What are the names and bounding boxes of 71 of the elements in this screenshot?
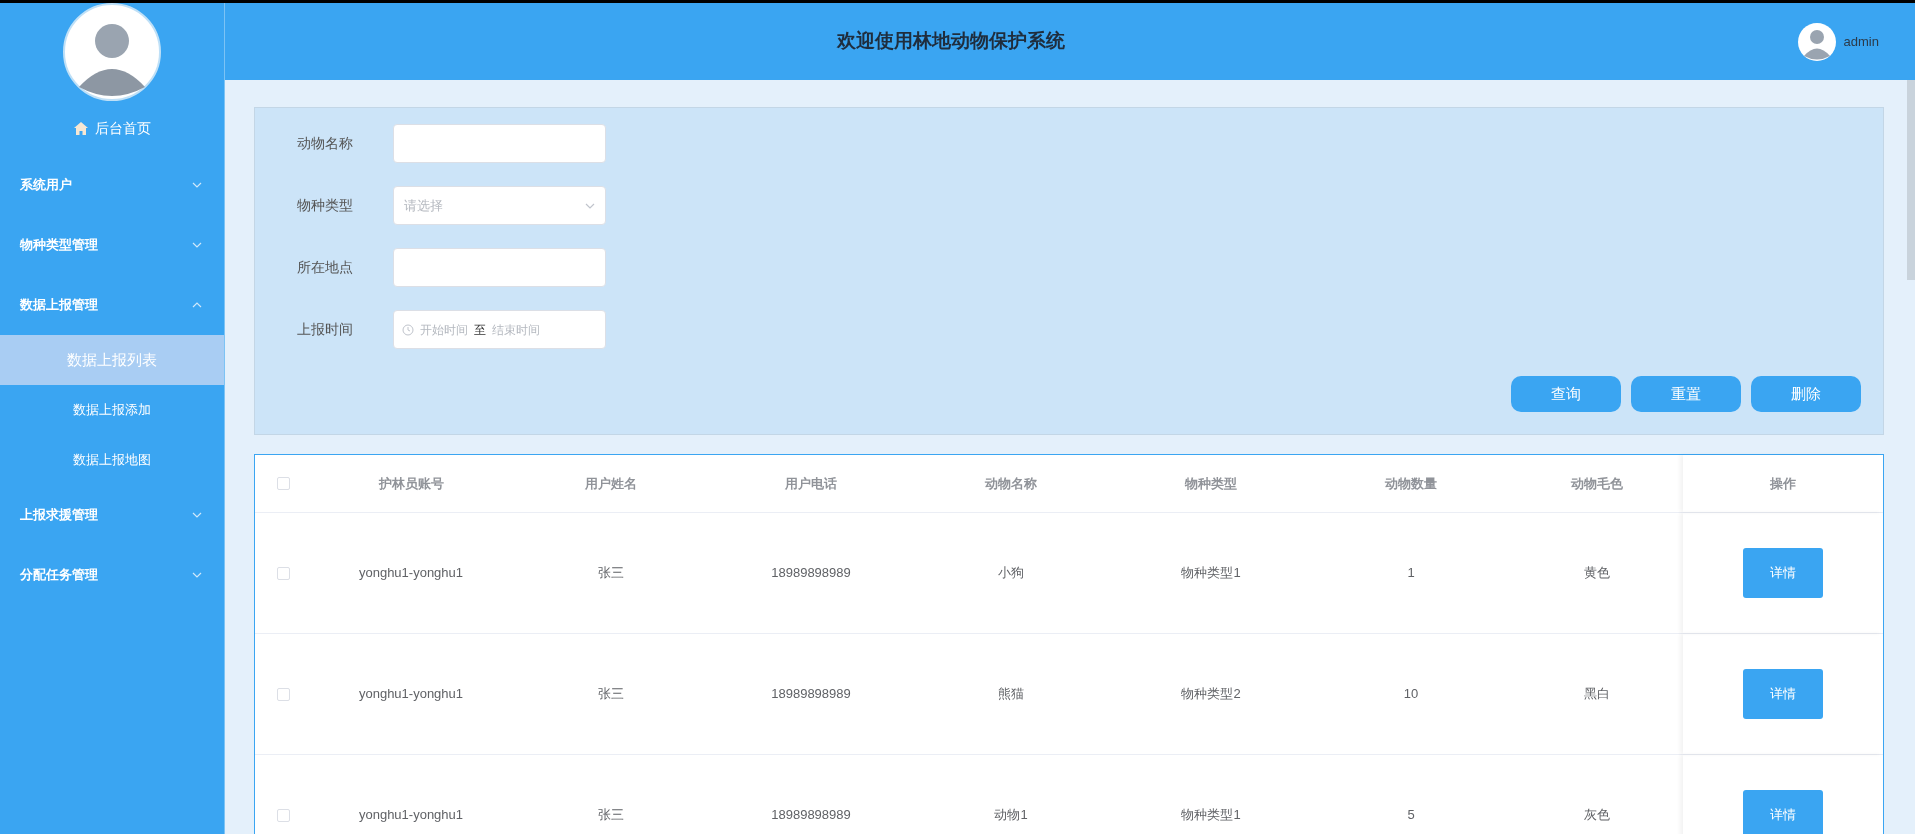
clock-icon <box>402 323 414 336</box>
table-cell-text: 张三 <box>598 685 624 704</box>
menu-item[interactable]: 上报求援管理 <box>0 485 224 545</box>
chevron-down-icon <box>585 202 595 209</box>
table-cell-text: yonghu1-yonghu1 <box>358 806 464 825</box>
chevron-down-icon <box>192 572 202 578</box>
action-button[interactable]: 重置 <box>1631 376 1741 412</box>
table-cell-text: 18989898989 <box>771 806 851 825</box>
checkbox[interactable] <box>276 687 290 701</box>
action-button[interactable]: 查询 <box>1511 376 1621 412</box>
checkbox[interactable] <box>276 477 290 490</box>
input-field[interactable] <box>393 124 606 163</box>
end-date-placeholder: 结束时间 <box>492 321 540 339</box>
home-link[interactable]: 后台首页 <box>94 117 151 139</box>
submenu-item[interactable]: 数据上报添加 <box>0 385 224 435</box>
column-header: 物种类型 <box>1185 474 1237 493</box>
table-cell-text: 10 <box>1403 685 1419 704</box>
table-cell-text: 1 <box>1407 564 1415 583</box>
table-cell-text: 小狗 <box>998 564 1024 583</box>
table-cell-text: 18989898989 <box>771 685 851 704</box>
date-range-field[interactable]: 开始时间 至 结束时间 <box>393 310 606 349</box>
column-header: 用户电话 <box>785 474 837 493</box>
table-cell-text: yonghu1-yonghu1 <box>358 564 464 583</box>
field-label: 动物名称 <box>297 134 354 153</box>
table-cell-text: 物种类型2 <box>1181 685 1241 704</box>
field-label: 物种类型 <box>297 196 354 215</box>
avatar <box>1797 22 1836 61</box>
scrollbar[interactable] <box>1907 80 1915 280</box>
table-cell-text: 5 <box>1407 806 1415 825</box>
column-header: 动物名称 <box>985 474 1037 493</box>
checkbox[interactable] <box>276 808 290 822</box>
menu-item[interactable]: 数据上报管理 <box>0 275 224 335</box>
details-button[interactable]: 详情 <box>1743 548 1823 598</box>
column-header: 用户姓名 <box>585 474 637 493</box>
chevron-down-icon <box>192 242 202 248</box>
table-cell-text: 物种类型1 <box>1181 806 1241 825</box>
range-separator: 至 <box>474 321 486 339</box>
checkbox[interactable] <box>276 566 290 580</box>
chevron-up-icon <box>192 302 202 308</box>
menu-item[interactable]: 系统用户 <box>0 155 224 215</box>
table-cell-text: 动物1 <box>994 806 1028 825</box>
page-title: 欢迎使用林地动物保护系统 <box>837 29 1065 54</box>
chevron-down-icon <box>192 512 202 518</box>
table-cell-text: 张三 <box>598 564 624 583</box>
menu-item[interactable]: 分配任务管理 <box>0 545 224 605</box>
details-button[interactable]: 详情 <box>1743 669 1823 719</box>
input-field[interactable] <box>393 248 606 287</box>
column-header: 动物毛色 <box>1571 474 1623 493</box>
user-name[interactable]: admin <box>1843 31 1879 52</box>
action-button[interactable]: 删除 <box>1751 376 1861 412</box>
table-cell-text: 黄色 <box>1584 564 1610 583</box>
table-cell-text: 物种类型1 <box>1181 564 1241 583</box>
select-field[interactable]: 请选择 <box>393 186 606 225</box>
table-cell-text: 张三 <box>598 806 624 825</box>
home-icon <box>73 121 88 135</box>
submenu-item[interactable]: 数据上报列表 <box>0 335 224 385</box>
table-cell-text: yonghu1-yonghu1 <box>358 685 464 704</box>
chevron-down-icon <box>192 182 202 188</box>
table-cell-text: 熊猫 <box>998 685 1024 704</box>
field-label: 上报时间 <box>297 320 354 339</box>
field-label: 所在地点 <box>297 258 354 277</box>
column-header: 护林员账号 <box>378 474 444 493</box>
column-header: 操作 <box>1770 474 1796 493</box>
table-cell-text: 18989898989 <box>771 564 851 583</box>
column-header: 动物数量 <box>1385 474 1437 493</box>
table-cell-text: 灰色 <box>1584 806 1610 825</box>
details-button[interactable]: 详情 <box>1743 790 1823 834</box>
start-date-placeholder: 开始时间 <box>420 321 468 339</box>
table-cell-text: 黑白 <box>1584 685 1610 704</box>
submenu-item[interactable]: 数据上报地图 <box>0 435 224 485</box>
menu-item[interactable]: 物种类型管理 <box>0 215 224 275</box>
